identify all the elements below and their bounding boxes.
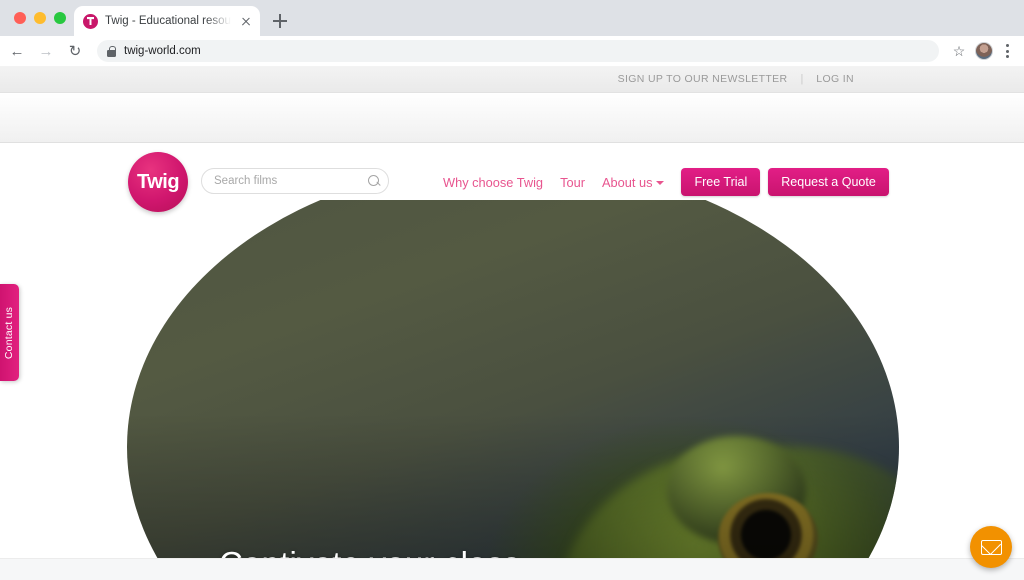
twig-favicon-icon [83,13,98,29]
twig-logo[interactable]: Twig [128,152,188,212]
section-heading: What are you teaching today? [0,559,1024,580]
teaching-today-section: What are you teaching today? [0,558,1024,580]
browser-toolbar: ← → ↻ twig-world.com ☆ [0,36,1024,66]
newsletter-signup-link[interactable]: SIGN UP TO OUR NEWSLETTER [618,73,788,85]
nav-item-about-us-label: About us [601,174,653,190]
maximize-window-button[interactable] [54,12,66,24]
login-link[interactable]: LOG IN [816,73,854,85]
contact-us-tab-label: Contact us [3,306,16,359]
browser-tab[interactable]: Twig - Educational resources f [74,6,260,36]
minimize-window-button[interactable] [34,12,46,24]
hero-copy: Captivate your class Thousands of three-… [219,545,689,558]
lock-icon [107,45,116,57]
forward-button[interactable]: → [33,38,59,64]
main-nav: Why choose Twig Tour About us Free Trial… [443,168,889,196]
hero-title: Captivate your class [219,545,689,558]
hero-video-thumbnail[interactable] [127,200,899,558]
utilbar-separator: | [800,73,804,85]
webpage-viewport: SIGN UP TO OUR NEWSLETTER | LOG IN Twig … [0,66,1024,580]
chat-widget-button[interactable] [970,526,1012,568]
bookmark-star-icon[interactable]: ☆ [946,38,972,64]
close-window-button[interactable] [14,12,26,24]
nav-item-tour[interactable]: Tour [560,175,602,190]
twig-logo-text: Twig [136,171,180,193]
search-icon[interactable] [368,175,380,187]
address-bar[interactable]: twig-world.com [97,40,939,62]
search-input[interactable] [214,175,368,187]
hero-overlay [127,200,899,558]
chevron-down-icon [656,181,665,186]
new-tab-button[interactable] [266,7,294,35]
kebab-menu-icon[interactable] [996,40,1018,62]
window-traffic-lights [10,0,74,36]
close-tab-icon[interactable] [238,13,254,29]
utility-bar: SIGN UP TO OUR NEWSLETTER | LOG IN [0,66,1024,93]
browser-tab-title: Twig - Educational resources f [105,15,231,27]
nav-item-about-us[interactable]: About us [602,175,682,190]
back-button[interactable]: ← [4,38,30,64]
profile-avatar-icon[interactable] [975,42,993,60]
browser-chrome: Twig - Educational resources f ← → ↻ twi… [0,0,1024,66]
search-films-box[interactable] [201,168,389,194]
address-bar-url: twig-world.com [124,45,201,57]
request-a-quote-button[interactable]: Request a Quote [768,168,889,196]
reload-button[interactable]: ↻ [62,38,88,64]
site-navigation-bar [0,93,1024,143]
hero-banner: Captivate your class Thousands of three-… [0,200,1024,558]
browser-tabstrip: Twig - Educational resources f [0,0,1024,36]
contact-us-tab[interactable]: Contact us [0,284,19,381]
nav-item-why-choose-twig[interactable]: Why choose Twig [443,175,560,190]
free-trial-button[interactable]: Free Trial [681,168,761,196]
envelope-icon [980,539,1002,555]
